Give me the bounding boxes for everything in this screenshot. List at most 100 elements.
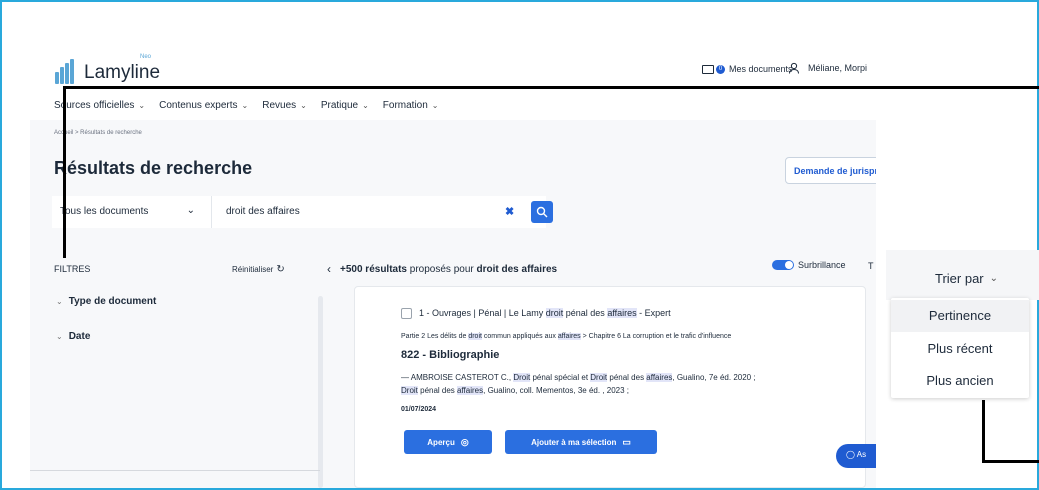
filter-type-de-document[interactable]: ⌄ Type de document [56, 296, 156, 307]
lamyline-page: Lamyline Neo 0 Mes documents Méliane, Mo… [30, 30, 876, 488]
text: commun appliqués aux [481, 333, 558, 340]
top-bar: Lamyline Neo 0 Mes documents Méliane, Mo… [30, 30, 876, 90]
nav-sources-officielles[interactable]: Sources officielles ⌄ [54, 100, 145, 111]
assistant-button[interactable]: ◯ As [836, 444, 876, 468]
main-nav: Sources officielles ⌄ Contenus experts ⌄ R… [30, 90, 876, 120]
sort-option-plus-recent[interactable]: Plus récent [891, 333, 1029, 365]
results-summary: +500 résultats proposés pour droit des a… [340, 264, 557, 275]
logo[interactable]: Lamyline [55, 58, 160, 84]
chevron-down-icon: ⌄ [56, 332, 63, 341]
nav-label: Formation [382, 99, 428, 111]
documents-label: Mes documents [729, 64, 793, 74]
results-query: droit des affaires [476, 264, 558, 275]
chevron-down-icon: ⌄ [186, 205, 195, 216]
highlight-toggle[interactable]: Surbrillance [772, 260, 846, 270]
chevron-down-icon: ⌄ [362, 100, 369, 110]
text: pénal des [563, 308, 608, 318]
select-result-checkbox[interactable] [401, 308, 412, 319]
text: , Gualino, coll. Mementos, 3e éd. , 2023… [483, 386, 629, 395]
folder-icon [702, 64, 714, 74]
text: pénal spécial et [530, 373, 591, 382]
refresh-icon: ↻ [276, 264, 285, 275]
text: pénal des [607, 373, 647, 382]
sort-label: Trier par [935, 271, 984, 286]
my-documents-link[interactable]: 0 Mes documents [702, 64, 793, 74]
highlight: affaires [646, 373, 673, 382]
assistant-label: As [856, 450, 867, 459]
nav-label: Contenus experts [159, 99, 238, 111]
user-menu[interactable]: Méliane, Morpi [788, 62, 867, 74]
chevron-down-icon: ⌄ [241, 100, 249, 110]
chevron-down-icon: ⌄ [56, 297, 63, 306]
search-bar: Tous les documents ⌄ droit des affaires … [52, 196, 546, 228]
collapse-filters-button[interactable]: ‹ [320, 258, 338, 280]
eye-icon: ◎ [460, 436, 469, 447]
nav-label: Pratique [320, 99, 359, 111]
highlight: droit [545, 308, 564, 318]
document-scope-select[interactable]: Tous les documents ⌄ [52, 196, 212, 228]
nav-formation[interactable]: Formation ⌄ [383, 100, 439, 111]
annotation-line-right [982, 400, 985, 463]
button-label: Ajouter à ma sélection [531, 437, 617, 447]
result-title[interactable]: 822 - Bibliographie [401, 349, 499, 361]
sort-label-truncated: T [868, 261, 874, 271]
text: pénal des [417, 386, 458, 395]
sort-option-pertinence[interactable]: Pertinence [891, 300, 1029, 332]
result-card: 1 - Ouvrages | Pénal | Le Lamy droit pén… [354, 286, 866, 488]
filter-label: Date [68, 331, 91, 342]
clear-search-icon[interactable]: ✖ [505, 205, 514, 218]
chevron-down-icon: ⌄ [431, 100, 439, 110]
user-name: Méliane, Morpi [808, 63, 868, 73]
sort-option-plus-ancien[interactable]: Plus ancien [891, 365, 1029, 397]
nav-label: Sources officielles [54, 99, 135, 111]
result-date: 01/07/2024 [401, 406, 437, 413]
search-button[interactable] [531, 201, 553, 223]
results-count: +500 résultats [340, 264, 407, 275]
filter-label: Type de document [68, 296, 157, 307]
sort-menu: Pertinence Plus récent Plus ancien [891, 298, 1029, 398]
documents-count-badge: 0 [716, 64, 725, 74]
chevron-down-icon: ⌄ [138, 100, 146, 110]
highlight: affaires [557, 333, 581, 340]
logo-icon [55, 58, 79, 84]
add-to-selection-button[interactable]: Ajouter à ma sélection ▭ [505, 430, 657, 454]
text: > Chapitre 6 La corruption et le trafic … [580, 333, 732, 340]
search-input[interactable]: droit des affaires [226, 206, 300, 217]
folder-icon: ▭ [622, 436, 631, 447]
text: Partie 2 Les délits de [401, 333, 469, 340]
filter-date[interactable]: ⌄ Date [56, 331, 90, 342]
user-icon [789, 62, 799, 74]
text: — AMBROISE CASTEROT C., [401, 373, 514, 382]
preview-button[interactable]: Aperçu ◎ [404, 430, 492, 454]
scope-value: Tous les documents [60, 206, 149, 217]
filters-scrollbar[interactable] [318, 296, 323, 488]
annotation-line-left [63, 86, 66, 258]
annotation-line-top [63, 86, 1039, 89]
chevron-down-icon: ⌄ [989, 273, 999, 284]
highlight: Droit [590, 373, 608, 382]
page-title: Résultats de recherche [54, 158, 253, 178]
sort-dropdown[interactable]: Trier par ⌄ [935, 271, 998, 286]
text: - Expert [636, 308, 671, 318]
button-label: Aperçu [427, 437, 455, 447]
divider [30, 470, 320, 471]
nav-label: Revues [262, 99, 297, 111]
logo-text: Lamyline [84, 62, 161, 83]
chat-icon: ◯ [846, 450, 857, 459]
breadcrumb[interactable]: Accueil > Résultats de recherche [54, 130, 142, 136]
chevron-down-icon: ⌄ [300, 100, 307, 110]
nav-contenus-experts[interactable]: Contenus experts ⌄ [159, 100, 248, 111]
nav-revues[interactable]: Revues ⌄ [262, 100, 307, 111]
filters-title: FILTRES [54, 264, 91, 274]
reset-filters-button[interactable]: Réinitialiser ↻ [232, 264, 285, 275]
jurisprudence-request-button[interactable]: Demande de jurispr [785, 157, 876, 184]
highlight-label: Surbrillance [798, 260, 846, 270]
result-source[interactable]: 1 - Ouvrages | Pénal | Le Lamy droit pén… [419, 308, 671, 318]
results-middle: proposés pour [407, 264, 477, 275]
highlight: droit [468, 333, 482, 340]
highlight: affaires [607, 308, 637, 318]
text: 1 - Ouvrages | Pénal | Le Lamy [419, 308, 546, 318]
nav-pratique[interactable]: Pratique ⌄ [321, 100, 369, 111]
highlight: affaires [457, 386, 484, 395]
result-path: Partie 2 Les délits de droit commun appl… [401, 333, 731, 340]
